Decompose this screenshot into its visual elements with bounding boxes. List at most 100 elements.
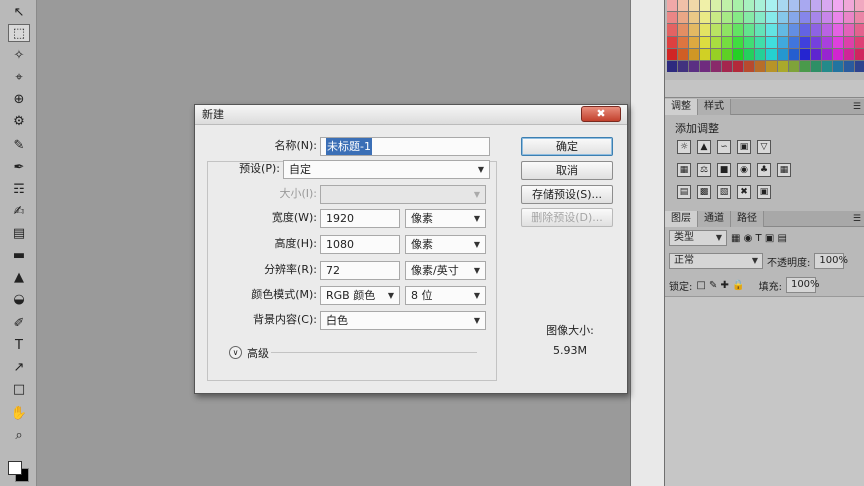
swatch-cell[interactable]: [788, 36, 799, 48]
width-unit-select[interactable]: 像素 ▼: [405, 209, 486, 228]
swatch-cell[interactable]: [722, 60, 733, 72]
eyedropper-tool-icon[interactable]: ⚙: [8, 112, 30, 130]
swatch-cell[interactable]: [810, 24, 821, 36]
swatch-cell[interactable]: [799, 12, 810, 24]
tab-channels[interactable]: 通道: [698, 211, 731, 227]
swatch-cell[interactable]: [843, 0, 854, 12]
swatch-cell[interactable]: [711, 12, 722, 24]
swatch-cell[interactable]: [777, 12, 788, 24]
lock-icons[interactable]: □ ✎ ✚ 🔒: [696, 280, 744, 291]
swatch-cell[interactable]: [788, 12, 799, 24]
swatch-cell[interactable]: [832, 60, 843, 72]
bw-icon[interactable]: ■: [717, 163, 731, 177]
swatch-cell[interactable]: [821, 36, 832, 48]
background-select[interactable]: 白色 ▼: [320, 311, 486, 330]
swatch-cell[interactable]: [843, 12, 854, 24]
swatch-cell[interactable]: [689, 36, 700, 48]
swatch-cell[interactable]: [755, 36, 766, 48]
swatch-cell[interactable]: [777, 48, 788, 60]
swatch-cell[interactable]: [843, 24, 854, 36]
swatch-cell[interactable]: [810, 12, 821, 24]
swatch-cell[interactable]: [788, 24, 799, 36]
swatch-cell[interactable]: [667, 0, 678, 12]
swatch-cell[interactable]: [733, 60, 744, 72]
swatch-cell[interactable]: [821, 24, 832, 36]
path-select-tool-icon[interactable]: ↗: [8, 358, 30, 376]
clone-stamp-tool-icon[interactable]: ☶: [8, 180, 30, 198]
swatch-cell[interactable]: [766, 48, 777, 60]
move-tool-icon[interactable]: ↖: [8, 3, 30, 21]
swatch-cell[interactable]: [678, 60, 689, 72]
invert-icon[interactable]: ▤: [677, 185, 691, 199]
swatches-grid[interactable]: [667, 0, 864, 72]
swatch-cell[interactable]: [678, 0, 689, 12]
zoom-tool-icon[interactable]: ⌕: [8, 426, 30, 444]
swatch-cell[interactable]: [799, 36, 810, 48]
swatch-cell[interactable]: [766, 12, 777, 24]
tab-layers[interactable]: 图层: [665, 211, 698, 227]
swatch-cell[interactable]: [722, 24, 733, 36]
swatch-cell[interactable]: [700, 60, 711, 72]
swatch-cell[interactable]: [700, 48, 711, 60]
lookup-icon[interactable]: ▦: [777, 163, 791, 177]
selective-color-icon[interactable]: ✖: [737, 185, 751, 199]
swatch-cell[interactable]: [700, 36, 711, 48]
swatch-cell[interactable]: [821, 60, 832, 72]
swatch-cell[interactable]: [788, 48, 799, 60]
dodge-tool-icon[interactable]: ◒: [8, 290, 30, 308]
height-unit-select[interactable]: 像素 ▼: [405, 235, 486, 254]
save-preset-button[interactable]: 存储预设(S)...: [521, 185, 613, 204]
brightness-icon[interactable]: ☼: [677, 140, 691, 154]
gradient-map-icon[interactable]: ▽: [757, 140, 771, 154]
swatch-cell[interactable]: [733, 0, 744, 12]
healing-brush-tool-icon[interactable]: ✎: [8, 136, 30, 154]
swatch-cell[interactable]: [744, 48, 755, 60]
resolution-unit-select[interactable]: 像素/英寸 ▼: [405, 261, 486, 280]
swatch-cell[interactable]: [766, 60, 777, 72]
swatch-cell[interactable]: [832, 0, 843, 12]
swatch-cell[interactable]: [678, 24, 689, 36]
pen-tool-icon[interactable]: ✐: [8, 314, 30, 332]
posterize-icon[interactable]: ▩: [697, 185, 711, 199]
blur-tool-icon[interactable]: ▲: [8, 268, 30, 286]
swatch-cell[interactable]: [733, 12, 744, 24]
swatch-cell[interactable]: [854, 48, 864, 60]
marquee-tool-icon[interactable]: ⬚: [8, 24, 30, 42]
swatch-cell[interactable]: [678, 12, 689, 24]
swatch-cell[interactable]: [821, 12, 832, 24]
swatch-cell[interactable]: [755, 24, 766, 36]
swatch-cell[interactable]: [678, 48, 689, 60]
swatch-cell[interactable]: [689, 12, 700, 24]
size-select[interactable]: ▼: [320, 185, 486, 204]
swatch-cell[interactable]: [700, 24, 711, 36]
advanced-toggle-icon[interactable]: ∨: [229, 346, 242, 359]
panel-menu-icon[interactable]: ☰: [853, 99, 864, 114]
history-brush-tool-icon[interactable]: ✍: [8, 202, 30, 220]
gradient-fill-icon[interactable]: ▣: [757, 185, 771, 199]
exposure-icon[interactable]: ▣: [737, 140, 751, 154]
swatch-cell[interactable]: [722, 12, 733, 24]
swatch-cell[interactable]: [843, 36, 854, 48]
height-input[interactable]: 1080: [320, 235, 400, 254]
swatch-cell[interactable]: [854, 60, 864, 72]
swatch-cell[interactable]: [788, 60, 799, 72]
swatch-cell[interactable]: [667, 24, 678, 36]
swatch-cell[interactable]: [667, 36, 678, 48]
brush-tool-icon[interactable]: ✒: [8, 158, 30, 176]
swatch-cell[interactable]: [722, 48, 733, 60]
resolution-input[interactable]: 72: [320, 261, 400, 280]
layer-kind-filter[interactable]: 类型 ▼: [669, 230, 727, 246]
swatch-cell[interactable]: [821, 0, 832, 12]
preset-select[interactable]: 自定 ▼: [283, 160, 490, 179]
swatch-cell[interactable]: [700, 12, 711, 24]
advanced-label[interactable]: 高级: [247, 345, 269, 361]
swatch-cell[interactable]: [799, 24, 810, 36]
swatch-cell[interactable]: [711, 60, 722, 72]
type-tool-icon[interactable]: T: [8, 336, 30, 354]
swatch-cell[interactable]: [689, 24, 700, 36]
photo-filter-icon[interactable]: ◉: [737, 163, 751, 177]
swatch-cell[interactable]: [733, 36, 744, 48]
vibrance-icon[interactable]: ▦: [677, 163, 691, 177]
swatch-cell[interactable]: [843, 48, 854, 60]
swatch-cell[interactable]: [777, 0, 788, 12]
